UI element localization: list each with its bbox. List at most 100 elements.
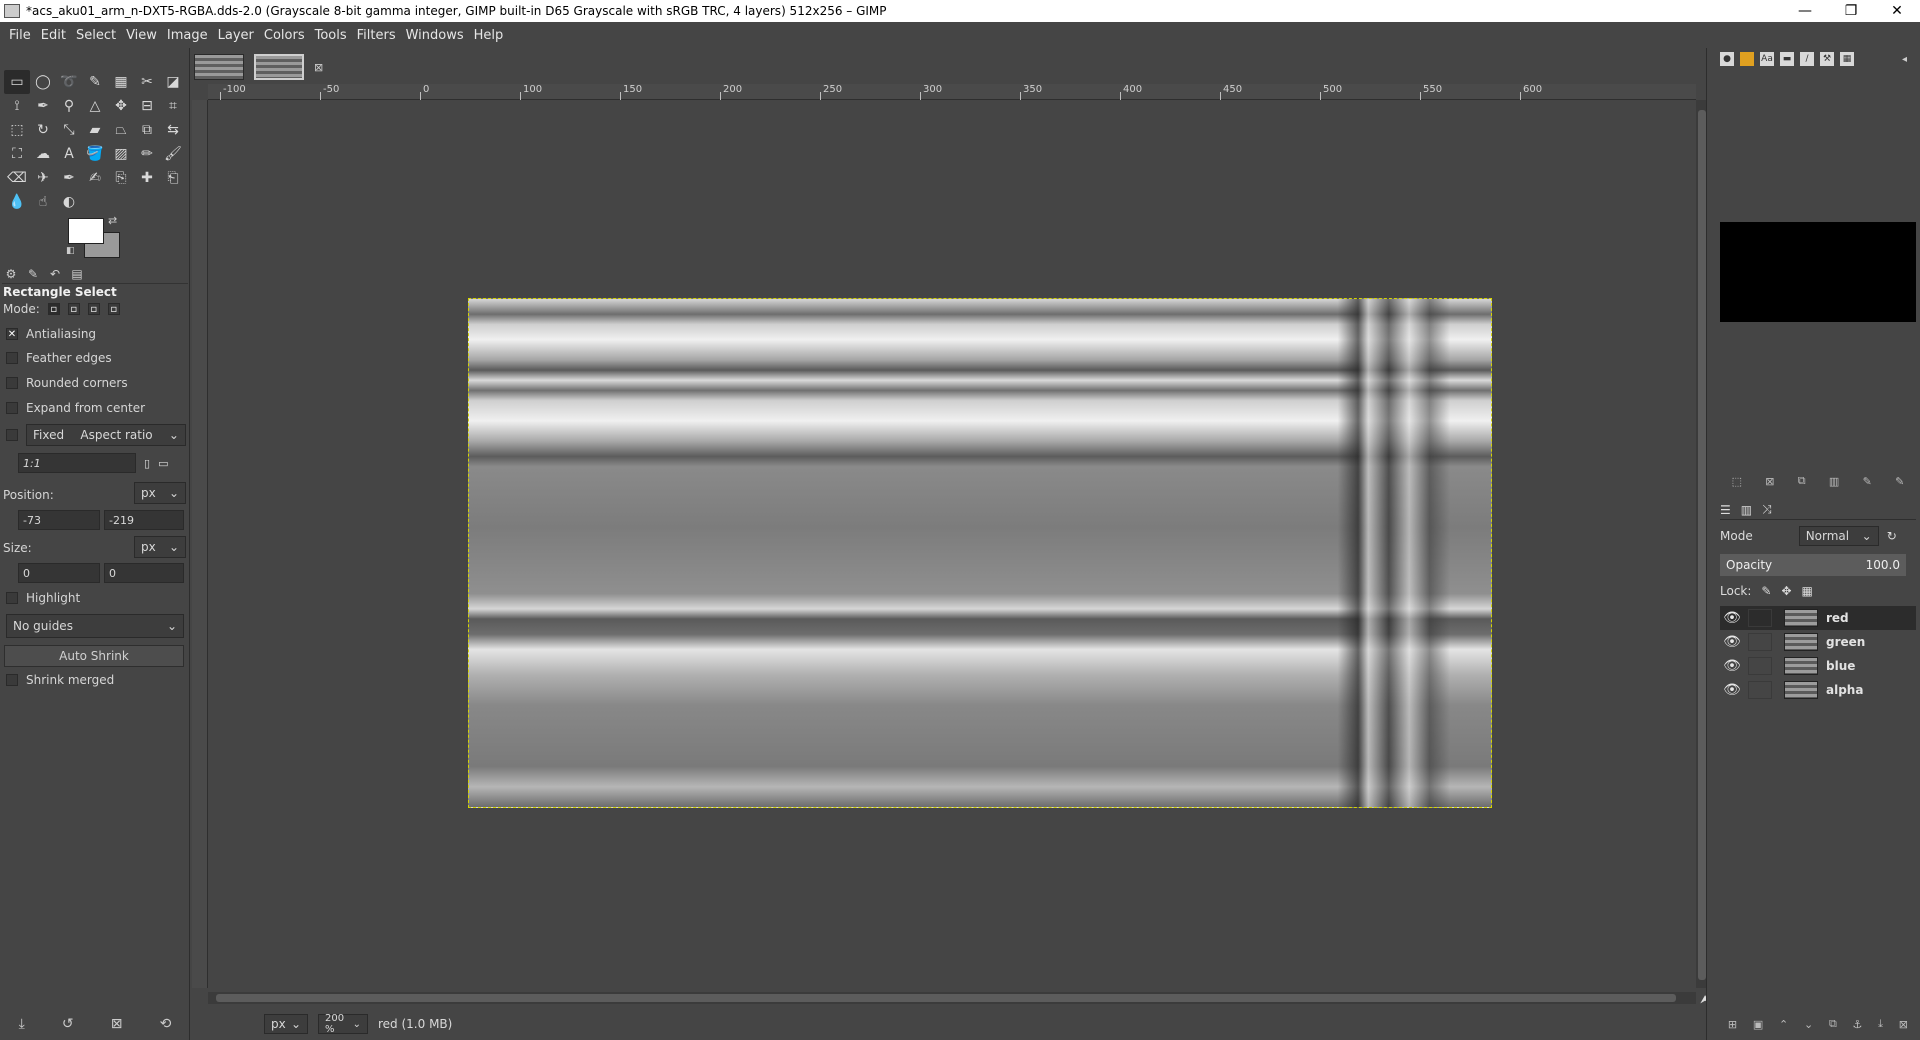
new-layer-group-icon[interactable]: ▣ xyxy=(1753,1018,1763,1031)
menu-select[interactable]: Select xyxy=(71,28,121,43)
mode-add-icon[interactable]: ▫ xyxy=(67,303,80,315)
auto-shrink-button[interactable]: Auto Shrink xyxy=(4,645,184,667)
default-colors-icon[interactable]: ◧ xyxy=(66,246,75,256)
menu-view[interactable]: View xyxy=(121,28,162,43)
open-as-image-icon[interactable]: ✎ xyxy=(1895,475,1904,488)
mode-intersect-icon[interactable]: ▫ xyxy=(107,303,120,315)
feather-edges-row[interactable]: Feather edges xyxy=(6,351,112,365)
paintbrush-icon[interactable]: 🖌 xyxy=(160,142,186,166)
move-icon[interactable]: ✥ xyxy=(108,94,134,118)
menu-filters[interactable]: Filters xyxy=(352,28,401,43)
raise-layer-icon[interactable]: ⌃ xyxy=(1779,1018,1788,1031)
horizontal-scrollbar[interactable] xyxy=(208,992,1696,1004)
device-status-tab-icon[interactable]: ✎ xyxy=(24,267,42,281)
highlight-row[interactable]: Highlight xyxy=(6,591,80,605)
close-button[interactable]: ✕ xyxy=(1874,0,1920,22)
opacity-slider[interactable]: Opacity 100.0 xyxy=(1720,554,1906,576)
layer-row[interactable]: 👁 alpha xyxy=(1720,678,1916,702)
chain-link-icon[interactable] xyxy=(1748,681,1772,699)
menu-tools[interactable]: Tools xyxy=(310,28,352,43)
position-unit-dropdown[interactable]: px ⌄ xyxy=(134,482,186,504)
ellipse-select-icon[interactable]: ◯ xyxy=(30,70,56,94)
minimize-button[interactable]: — xyxy=(1782,0,1828,22)
fixed-dropdown[interactable]: Fixed Aspect ratio ⌄ xyxy=(26,424,186,446)
rounded-corners-checkbox[interactable] xyxy=(6,377,18,389)
close-tab-icon[interactable]: ⊠ xyxy=(314,61,323,74)
eraser-icon[interactable]: ⌫ xyxy=(4,166,30,190)
shrink-merged-checkbox[interactable] xyxy=(6,674,18,686)
layer-mode-dropdown[interactable]: Normal ⌄ xyxy=(1798,526,1879,546)
palettes-tab-icon[interactable]: ▦ xyxy=(1840,52,1854,66)
layer-row[interactable]: 👁 blue xyxy=(1720,654,1916,678)
zoom-icon[interactable]: ⚲ xyxy=(56,94,82,118)
layers-tab-icon[interactable]: ☰ xyxy=(1720,503,1731,517)
image-canvas[interactable] xyxy=(468,298,1492,808)
scissors-select-icon[interactable]: ✂ xyxy=(134,70,160,94)
brushes-tab-icon[interactable]: ● xyxy=(1720,52,1734,66)
vertical-ruler[interactable] xyxy=(192,100,208,988)
warp-icon[interactable]: ☁ xyxy=(30,142,56,166)
antialiasing-row[interactable]: ✕ Antialiasing xyxy=(6,327,96,341)
channels-tab-icon[interactable]: ▥ xyxy=(1741,503,1752,517)
menu-edit[interactable]: Edit xyxy=(36,28,71,43)
foreground-select-icon[interactable]: ◪ xyxy=(160,70,186,94)
rotate-icon[interactable]: ↻ xyxy=(30,118,56,142)
menu-windows[interactable]: Windows xyxy=(401,28,469,43)
chain-link-icon[interactable] xyxy=(1748,657,1772,675)
select-by-color-icon[interactable]: ▦ xyxy=(108,70,134,94)
chain-link-icon[interactable] xyxy=(1748,609,1772,627)
dynamics-tab-icon[interactable]: / xyxy=(1800,52,1814,66)
tool-presets-tab-icon[interactable]: ⚒ xyxy=(1820,52,1834,66)
delete-layer-icon[interactable]: ⊠ xyxy=(1899,1018,1908,1031)
lock-position-icon[interactable]: ✥ xyxy=(1781,584,1791,598)
perspective-clone-icon[interactable]: ⎗ xyxy=(160,166,186,190)
image-tab-2[interactable] xyxy=(254,54,304,80)
pencil-icon[interactable]: ✏ xyxy=(134,142,160,166)
images-tab-icon[interactable]: ▤ xyxy=(68,267,86,281)
swap-colors-icon[interactable]: ⇄ xyxy=(108,214,117,227)
blur-icon[interactable]: 💧 xyxy=(4,190,30,214)
position-y-input[interactable]: -219 xyxy=(104,510,184,530)
reset-tool-options-icon[interactable]: ⟲ xyxy=(160,1016,172,1032)
flip-icon[interactable]: ⇆ xyxy=(160,118,186,142)
lock-pixels-icon[interactable]: ✎ xyxy=(1761,584,1771,598)
save-tool-preset-icon[interactable]: ⤓ xyxy=(19,1016,25,1032)
fonts-tab-icon[interactable]: Aa xyxy=(1760,52,1774,66)
visibility-eye-icon[interactable]: 👁 xyxy=(1720,682,1744,698)
color-picker-icon[interactable]: ✒ xyxy=(30,94,56,118)
mypaint-brush-icon[interactable]: ✍ xyxy=(82,166,108,190)
dodge-burn-icon[interactable]: ◐ xyxy=(56,190,82,214)
align-icon[interactable]: ⊟ xyxy=(134,94,160,118)
fuzzy-select-icon[interactable]: ✎ xyxy=(82,70,108,94)
landscape-icon[interactable]: ▭ xyxy=(158,457,168,470)
maximize-button[interactable]: ❐ xyxy=(1828,0,1874,22)
image-tab-1[interactable] xyxy=(194,54,244,80)
unified-transform-icon[interactable]: ⬚ xyxy=(4,118,30,142)
duplicate-brush-icon[interactable]: ⧉ xyxy=(1798,474,1806,488)
tool-options-tab-icon[interactable]: ⚙ xyxy=(2,267,20,281)
antialiasing-checkbox[interactable]: ✕ xyxy=(6,328,18,340)
menu-colors[interactable]: Colors xyxy=(259,28,310,43)
position-x-input[interactable]: -73 xyxy=(18,510,100,530)
duplicate-layer-icon[interactable]: ⧉ xyxy=(1829,1017,1837,1031)
zoom-dropdown[interactable]: 200 % ⌄ xyxy=(318,1013,368,1035)
visibility-eye-icon[interactable]: 👁 xyxy=(1720,634,1744,650)
restore-tool-preset-icon[interactable]: ↺ xyxy=(62,1016,74,1032)
guides-dropdown[interactable]: No guides ⌄ xyxy=(6,614,184,638)
merge-down-icon[interactable]: ⤓ xyxy=(1878,1017,1883,1031)
vertical-scroll-thumb[interactable] xyxy=(1698,110,1706,980)
expand-from-center-checkbox[interactable] xyxy=(6,402,18,414)
mode-subtract-icon[interactable]: ▫ xyxy=(87,303,100,315)
lock-alpha-icon[interactable]: ▦ xyxy=(1802,584,1813,598)
perspective-icon[interactable]: ⏢ xyxy=(108,118,134,142)
gradients-tab-icon[interactable]: ▬ xyxy=(1780,52,1794,66)
lower-layer-icon[interactable]: ⌄ xyxy=(1804,1018,1813,1031)
size-unit-dropdown[interactable]: px ⌄ xyxy=(134,536,186,558)
size-width-input[interactable]: 0 xyxy=(18,563,100,583)
gradient-icon[interactable]: ▨ xyxy=(108,142,134,166)
3d-transform-icon[interactable]: ⧉ xyxy=(134,118,160,142)
shear-icon[interactable]: ▰ xyxy=(82,118,108,142)
delete-tool-preset-icon[interactable]: ⊠ xyxy=(111,1016,123,1032)
menu-image[interactable]: Image xyxy=(162,28,213,43)
text-icon[interactable]: A xyxy=(56,142,82,166)
